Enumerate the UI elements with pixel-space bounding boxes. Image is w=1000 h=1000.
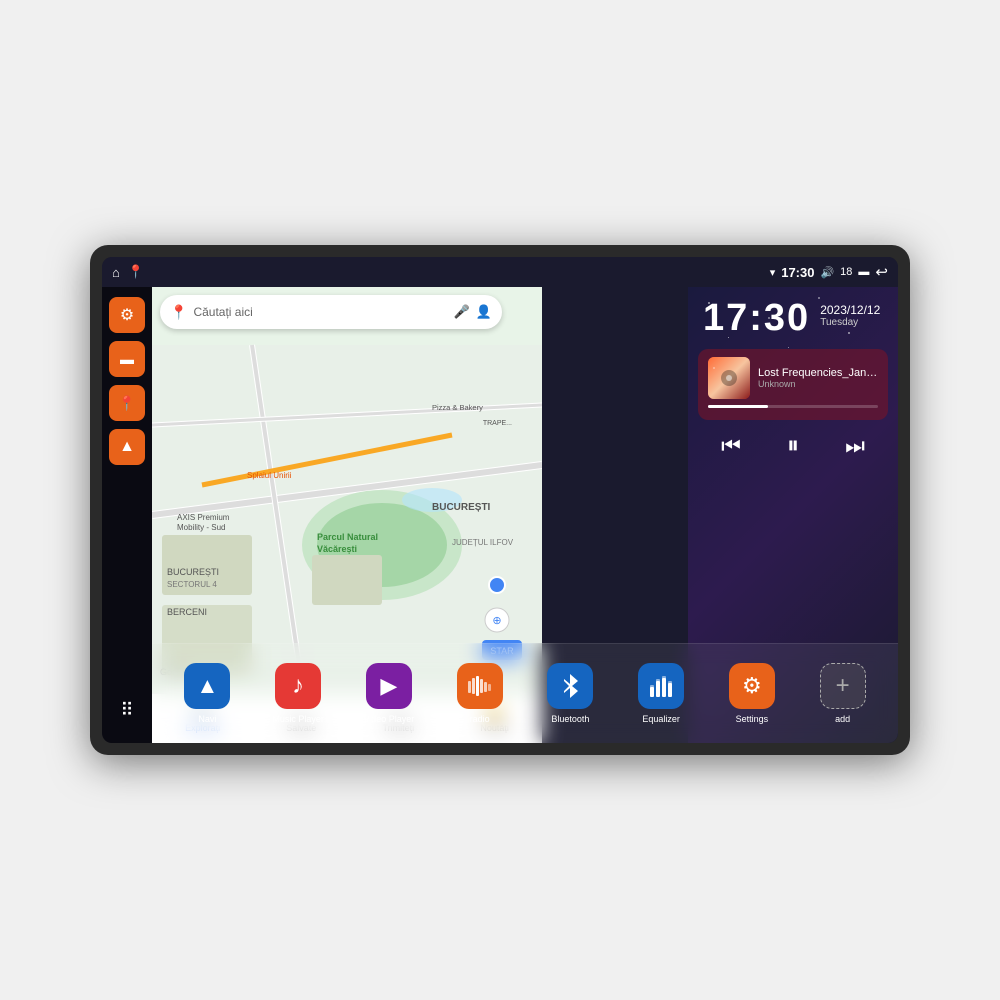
sidebar-apps-btn[interactable]: ⠿ (109, 692, 145, 728)
account-icon[interactable]: 👤 (476, 304, 492, 320)
prev-button[interactable]: ⏮ (717, 429, 745, 463)
svg-text:AXIS Premium: AXIS Premium (177, 513, 230, 522)
app-music-player[interactable]: ♪ Music Player (268, 663, 328, 724)
music-controls: ⏮ ⏸ ⏭ (688, 424, 898, 468)
main-content: ⚙ ▬ 📍 ▲ ⠿ (102, 287, 898, 743)
svg-text:Mobility - Sud: Mobility - Sud (177, 523, 225, 532)
clock-day: Tuesday (820, 317, 880, 328)
sidebar-nav-btn[interactable]: ▲ (109, 429, 145, 465)
svg-text:TRAPE...: TRAPE... (483, 420, 512, 427)
svg-text:BUCUREȘTI: BUCUREȘTI (432, 502, 491, 513)
app-video-player[interactable]: ▶ Video Player (359, 663, 419, 724)
app-equalizer[interactable]: Equalizer (631, 663, 691, 724)
navi-label: Navi (198, 714, 216, 724)
map-icon: 📍 (118, 395, 135, 412)
music-top: Lost Frequencies_Janie... Unknown (708, 357, 878, 399)
google-maps-icon: 📍 (170, 304, 187, 321)
map-search-bar[interactable]: 📍 Căutați aici 🎤 👤 (160, 295, 502, 329)
battery-level: 18 (840, 266, 852, 278)
progress-bar (708, 405, 878, 408)
bluetooth-icon (547, 663, 593, 709)
navi-icon: ▲ (184, 663, 230, 709)
radio-label: radio (470, 714, 490, 724)
video-icon: ▶ (366, 663, 412, 709)
bluetooth-label: Bluetooth (551, 714, 589, 724)
status-time: 17:30 (781, 265, 814, 280)
add-label: add (835, 714, 850, 724)
music-title: Lost Frequencies_Janie... (758, 367, 878, 379)
left-sidebar: ⚙ ▬ 📍 ▲ ⠿ (102, 287, 152, 743)
svg-text:Splaiul Unirii: Splaiul Unirii (247, 471, 292, 480)
progress-fill (708, 405, 768, 408)
search-placeholder[interactable]: Căutați aici (193, 305, 447, 319)
clock-section: 17:30 2023/12/12 Tuesday (688, 287, 898, 345)
volume-icon: 🔊 (820, 266, 834, 279)
settings-label: Settings (736, 714, 769, 724)
svg-text:⊕: ⊕ (492, 615, 501, 627)
video-label: Video Player (363, 714, 414, 724)
app-navi[interactable]: ▲ Navi (177, 663, 237, 724)
svg-text:Parcul Natural: Parcul Natural (317, 532, 378, 542)
app-add[interactable]: + add (813, 663, 873, 724)
nav-icon: ▲ (119, 438, 135, 456)
wifi-icon: ▾ (770, 266, 776, 279)
back-icon[interactable]: ↩ (875, 263, 888, 281)
app-grid: ▲ Navi ♪ Music Player ▶ Video Playe (152, 643, 898, 743)
equalizer-icon (638, 663, 684, 709)
svg-text:Pizza & Bakery: Pizza & Bakery (432, 403, 483, 412)
music-label: Music Player (272, 714, 324, 724)
equalizer-label: Equalizer (642, 714, 680, 724)
status-left-icons: ⌂ 📍 (112, 264, 144, 280)
sidebar-settings-btn[interactable]: ⚙ (109, 297, 145, 333)
svg-text:BERCENI: BERCENI (167, 607, 207, 617)
next-button[interactable]: ⏭ (841, 429, 869, 463)
app-radio[interactable]: radio (450, 663, 510, 724)
music-info: Lost Frequencies_Janie... Unknown (758, 367, 878, 389)
files-icon: ▬ (120, 351, 134, 367)
device-screen: ⌂ 📍 ▾ 17:30 🔊 18 ▬ ↩ ⚙ ▬ (102, 257, 898, 743)
pause-button[interactable]: ⏸ (783, 428, 803, 464)
app-settings[interactable]: ⚙ Settings (722, 663, 782, 724)
music-section: Lost Frequencies_Janie... Unknown (698, 349, 888, 420)
svg-text:SECTORUL 4: SECTORUL 4 (167, 580, 217, 589)
car-head-unit: ⌂ 📍 ▾ 17:30 🔊 18 ▬ ↩ ⚙ ▬ (90, 245, 910, 755)
music-artist: Unknown (758, 379, 878, 389)
clock-date-value: 2023/12/12 (820, 303, 880, 317)
svg-text:Văcărești: Văcărești (317, 544, 357, 554)
clock-date: 2023/12/12 Tuesday (820, 299, 880, 328)
battery-icon: ▬ (858, 266, 869, 278)
music-icon: ♪ (275, 663, 321, 709)
svg-text:BUCUREȘTI: BUCUREȘTI (167, 567, 219, 577)
settings-app-icon: ⚙ (729, 663, 775, 709)
map-quick-icon[interactable]: 📍 (128, 264, 144, 280)
clock-time: 17:30 (703, 299, 810, 337)
mic-icon[interactable]: 🎤 (454, 304, 470, 320)
add-icon: + (820, 663, 866, 709)
settings-icon: ⚙ (120, 305, 134, 325)
svg-text:JUDEȚUL ILFOV: JUDEȚUL ILFOV (452, 538, 514, 547)
sidebar-map-btn[interactable]: 📍 (109, 385, 145, 421)
album-art (708, 357, 750, 399)
grid-icon: ⠿ (120, 700, 133, 721)
sidebar-files-btn[interactable]: ▬ (109, 341, 145, 377)
radio-icon (457, 663, 503, 709)
home-icon[interactable]: ⌂ (112, 265, 120, 280)
status-right-info: ▾ 17:30 🔊 18 ▬ ↩ (770, 263, 888, 281)
status-bar: ⌂ 📍 ▾ 17:30 🔊 18 ▬ ↩ (102, 257, 898, 287)
app-bluetooth[interactable]: Bluetooth (540, 663, 600, 724)
